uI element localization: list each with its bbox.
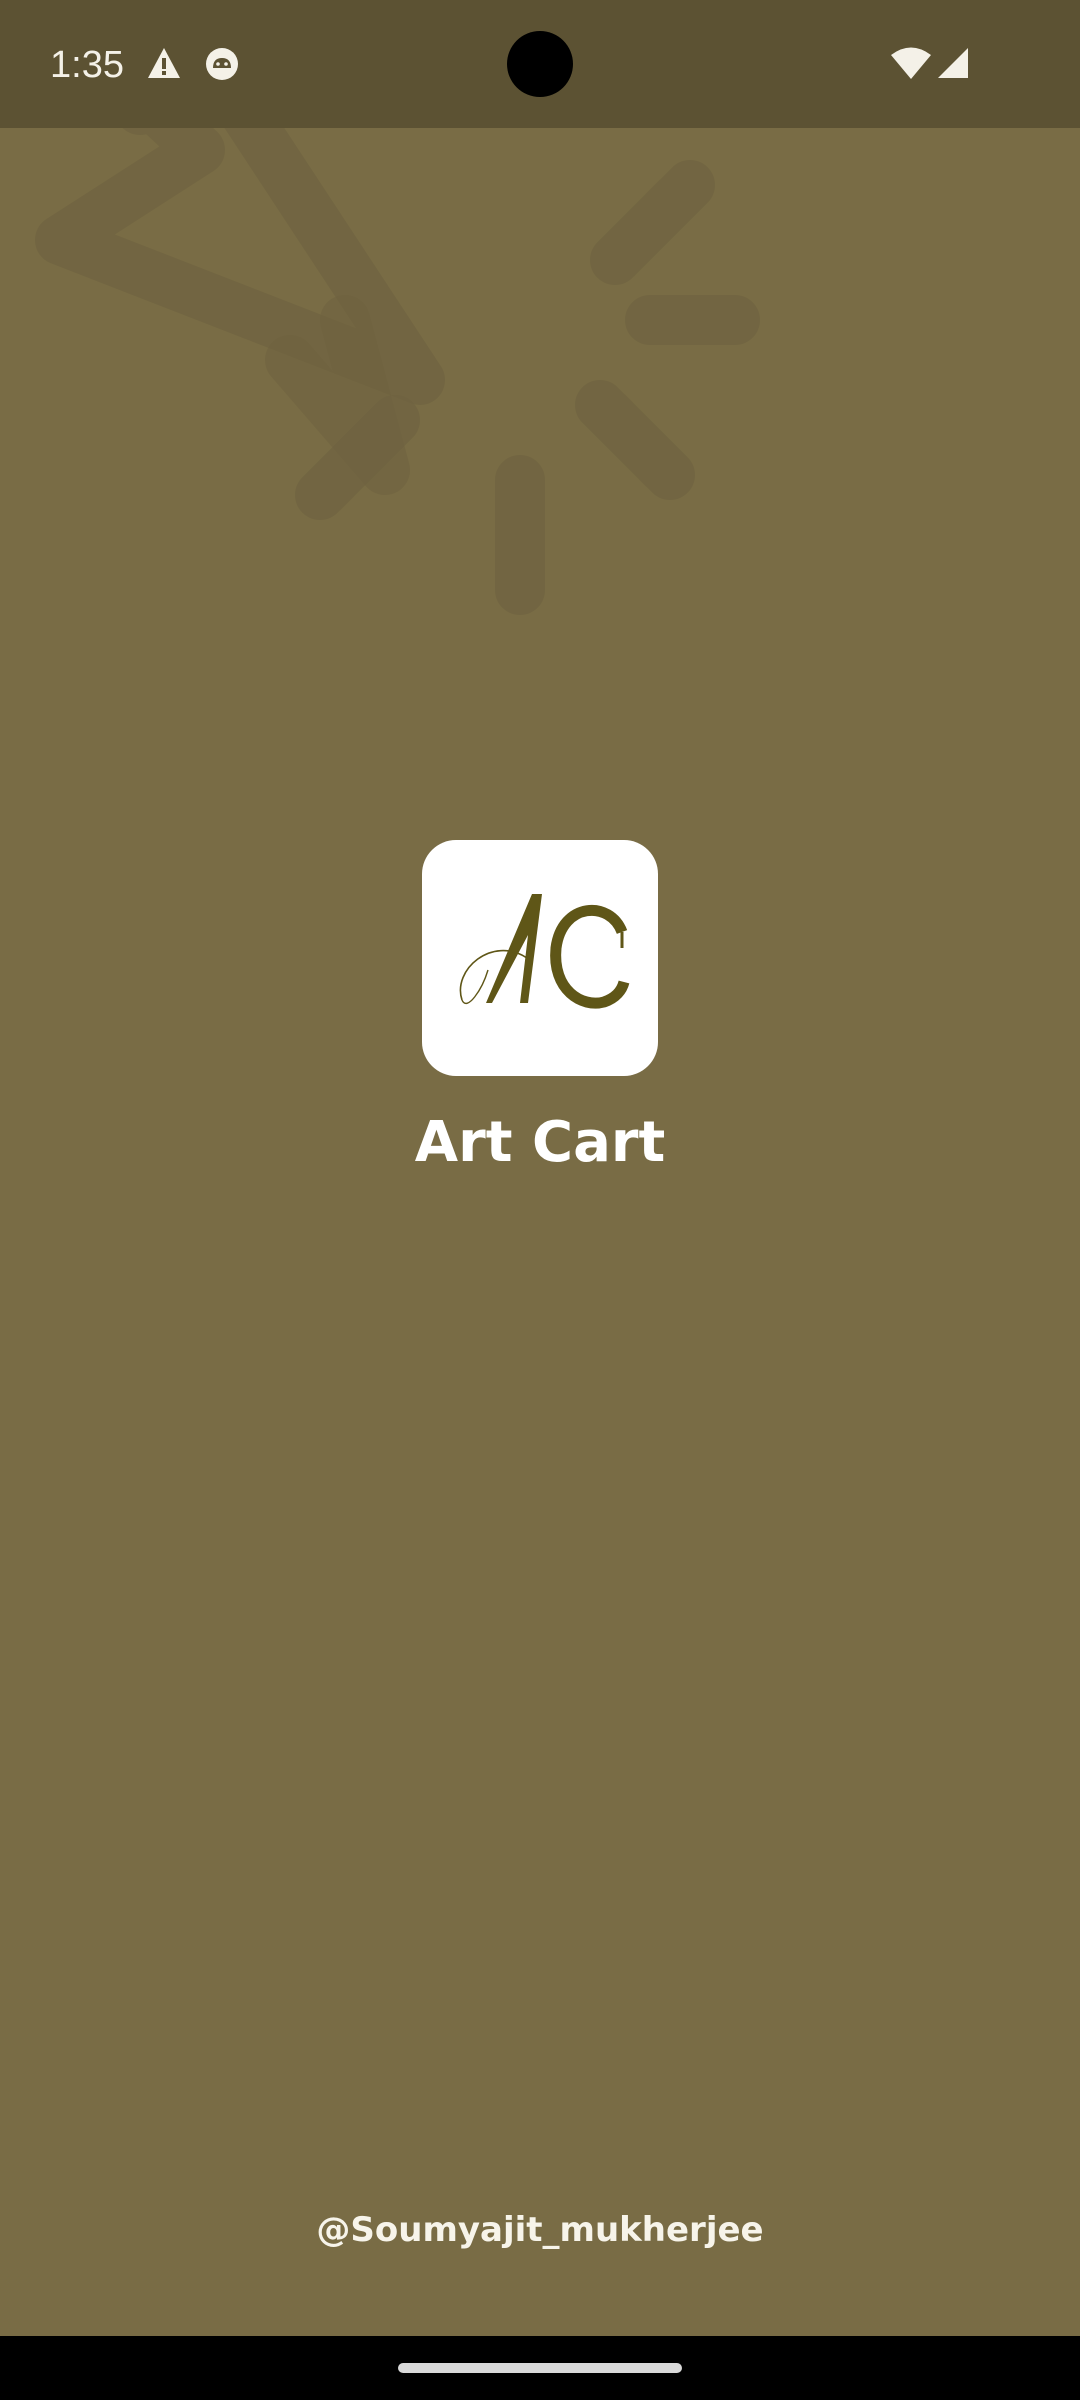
camera-cutout <box>507 31 573 97</box>
app-logo <box>422 840 658 1076</box>
home-gesture-handle[interactable] <box>398 2363 682 2373</box>
ac-monogram-icon <box>459 894 630 1009</box>
android-debug-icon <box>206 48 238 80</box>
warning-icon <box>148 48 180 78</box>
cell-signal-icon <box>938 48 968 78</box>
status-time: 1:35 <box>50 44 124 86</box>
splash-screen: 1:35 Art Cart @Soumyajit_mukherjee <box>0 0 1080 2400</box>
developer-credit: @Soumyajit_mukherjee <box>316 2210 764 2250</box>
app-name: Art Cart <box>414 1110 666 1175</box>
status-bar: 1:35 <box>0 0 1080 128</box>
wifi-icon <box>891 47 931 79</box>
